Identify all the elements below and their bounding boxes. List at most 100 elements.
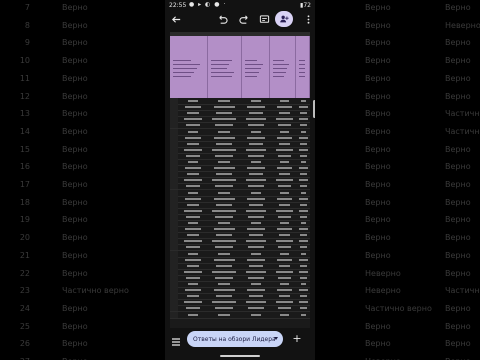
row-number-cell [170, 189, 178, 196]
comment-icon[interactable] [257, 12, 271, 26]
table-row[interactable] [170, 311, 310, 319]
header-text-line [273, 72, 286, 73]
cell-text [248, 276, 264, 279]
cell-text [186, 112, 200, 115]
cell-text [217, 130, 231, 133]
cell-text [245, 148, 267, 151]
background-cell: Верно [62, 321, 88, 331]
cell-text [299, 276, 308, 279]
background-cell: 16 [19, 162, 30, 172]
cell-text [213, 289, 235, 292]
header-text-line [173, 72, 194, 73]
cell-text [184, 167, 202, 170]
cell-text [248, 185, 264, 188]
redo-icon[interactable] [237, 12, 251, 26]
cell-text [183, 148, 203, 151]
cell-text [299, 197, 308, 200]
cell-text [248, 154, 264, 157]
cell-text [249, 264, 263, 267]
cell-text [213, 167, 235, 170]
navigation-bar [165, 350, 315, 360]
cell-text [186, 264, 200, 267]
background-cell: Верно [365, 144, 391, 154]
cell-text [214, 246, 234, 249]
background-cell: Верно [365, 321, 391, 331]
row-number-cell [170, 274, 178, 281]
cell-text [216, 173, 232, 176]
cell-text [279, 222, 289, 224]
cell-text [276, 167, 292, 170]
cell-text [217, 283, 231, 285]
background-cell: Верно [445, 73, 471, 83]
cell-text [250, 161, 262, 163]
header-text-line [299, 60, 305, 61]
spreadsheet-grid[interactable] [170, 32, 310, 328]
cell-text [247, 228, 265, 231]
cell-text [250, 252, 262, 255]
cell-text [212, 179, 236, 182]
more-vert-icon[interactable] [301, 12, 315, 26]
background-cell: Верно [445, 56, 471, 66]
plus-icon[interactable]: + [291, 333, 303, 345]
cell-text [298, 270, 309, 273]
cell-text [245, 270, 267, 273]
scrollbar-thumb[interactable] [313, 100, 315, 118]
header-cell [170, 36, 208, 98]
background-cell: Верно [62, 56, 88, 66]
row-number-cell [170, 299, 178, 306]
cell-text [275, 118, 293, 121]
header-text-line [245, 76, 257, 77]
cell-text [250, 130, 262, 133]
background-cell: Верно [62, 303, 88, 313]
cell-text [245, 209, 267, 212]
cell-text [249, 112, 263, 115]
cell-text [216, 234, 232, 237]
cell-text [185, 246, 201, 249]
cell-text [213, 228, 235, 231]
undo-icon[interactable] [215, 12, 229, 26]
cell-text [278, 173, 290, 176]
cell-text [214, 185, 234, 188]
sheet-tab-active[interactable]: Ответы на обзори Лидера... [187, 331, 283, 347]
background-cell: Верно [365, 197, 391, 207]
cell-text [247, 258, 265, 261]
share-button[interactable] [275, 11, 293, 27]
cell-text [247, 197, 265, 200]
cell-text [188, 283, 198, 285]
header-text-line [173, 60, 191, 61]
cell-text [212, 118, 236, 121]
background-cell: Верно [445, 268, 471, 278]
row-number-cell [170, 256, 178, 263]
cell-text [183, 118, 203, 121]
header-row [170, 36, 310, 98]
background-cell: 26 [19, 339, 30, 349]
row-number-cell [170, 293, 178, 300]
cell-text [298, 179, 309, 182]
background-cell: Верно [62, 197, 88, 207]
cell-text [279, 130, 289, 133]
battery-level: 72 [303, 2, 311, 9]
cell-text [247, 289, 265, 292]
gesture-handle[interactable] [220, 355, 260, 357]
cell-text [299, 289, 308, 292]
cell-text [184, 289, 202, 292]
cell-text [248, 215, 264, 218]
header-text-line [211, 68, 227, 69]
background-cell: 12 [19, 91, 30, 101]
background-cell: 25 [19, 321, 30, 331]
menu-icon[interactable] [170, 333, 182, 346]
row-number-cell [170, 128, 178, 135]
background-cell: Верно [365, 215, 391, 225]
cell-text [248, 246, 264, 249]
phone-screen: 22:55 ● ▸ ◐ ● · ▮72 [165, 0, 315, 360]
background-cell: 7 [24, 3, 30, 12]
status-time: 22:55 [169, 2, 187, 9]
cell-text [299, 246, 308, 249]
sheet-tabs-bar: Ответы на обзори Лидера... + [165, 328, 315, 350]
row-number-cell [170, 201, 178, 208]
cell-text [301, 191, 306, 194]
background-cell: Верно [62, 339, 88, 349]
arrow-left-icon[interactable] [169, 12, 183, 26]
header-text-line [273, 76, 284, 77]
row-number-cell [170, 183, 178, 190]
